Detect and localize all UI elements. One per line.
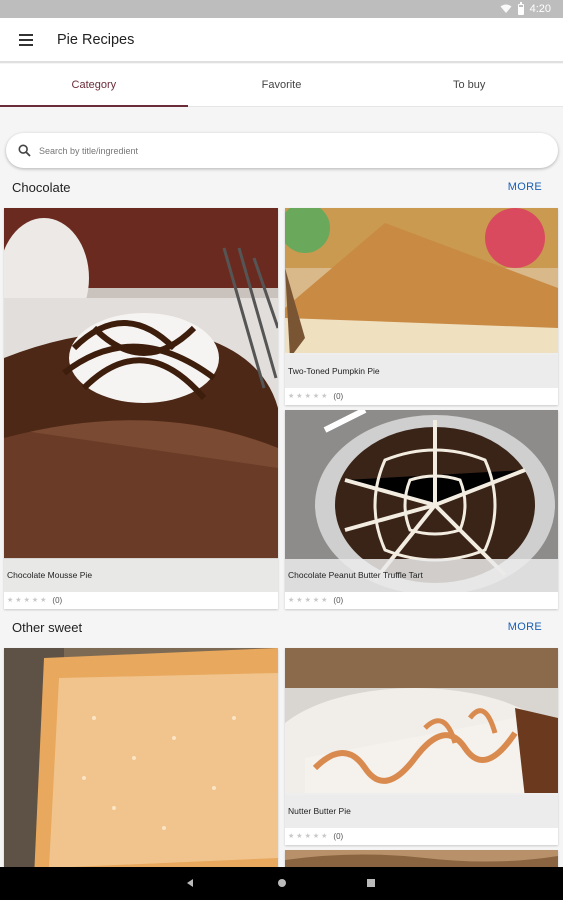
status-time: 4:20: [529, 3, 551, 15]
star-icon: ★: [23, 597, 30, 604]
more-other-sweet-button[interactable]: MORE: [508, 621, 542, 633]
rating-count: (0): [333, 832, 344, 841]
star-icon: ★: [7, 597, 14, 604]
back-icon[interactable]: [187, 879, 193, 887]
search-box[interactable]: [6, 133, 558, 168]
star-icon: ★: [40, 597, 47, 604]
rating: ★ ★ ★ ★ ★ (0): [288, 831, 343, 842]
recipe-card-chocolate-mousse-pie[interactable]: Chocolate Mousse Pie ★ ★ ★ ★ ★ (0): [4, 208, 278, 609]
app-title: Pie Recipes: [57, 32, 135, 48]
rating: ★ ★ ★ ★ ★ (0): [288, 391, 343, 402]
tab-to-buy[interactable]: To buy: [375, 64, 563, 106]
star-icon: ★: [288, 597, 295, 604]
section-title-chocolate: Chocolate: [12, 180, 71, 195]
rating-count: (0): [333, 596, 344, 605]
recipe-card-other-sweet-1[interactable]: [4, 648, 278, 878]
rating: ★ ★ ★ ★ ★ (0): [288, 595, 343, 606]
star-icon: ★: [296, 393, 303, 400]
section-title-other-sweet: Other sweet: [12, 620, 83, 635]
star-icon: ★: [321, 833, 328, 840]
battery-icon: [517, 1, 524, 15]
home-icon[interactable]: [278, 879, 286, 887]
star-icon: ★: [31, 597, 39, 604]
star-icon: ★: [321, 597, 328, 604]
recipe-card-two-toned-pumpkin-pie[interactable]: Two-Toned Pumpkin Pie ★ ★ ★ ★ ★ (0): [285, 208, 558, 405]
system-nav-bar: [0, 867, 563, 900]
star-icon: ★: [321, 393, 328, 400]
tab-category[interactable]: Category: [0, 64, 188, 107]
recipe-title: Chocolate Mousse Pie: [4, 559, 278, 592]
star-icon: ★: [288, 393, 295, 400]
star-icon: ★: [296, 597, 303, 604]
recipe-image: [4, 648, 278, 878]
star-icon: ★: [304, 393, 311, 400]
more-chocolate-button[interactable]: MORE: [508, 181, 542, 193]
recipe-image: [4, 208, 278, 592]
status-icons: 4:20: [500, 1, 551, 16]
rating-count: (0): [333, 392, 344, 401]
wifi-icon: [500, 4, 512, 13]
tab-bar: Category Favorite To buy: [0, 64, 563, 107]
rating: ★ ★ ★ ★ ★ (0): [7, 595, 62, 606]
star-icon: ★: [304, 597, 311, 604]
star-icon: ★: [304, 833, 311, 840]
recipe-title: Chocolate Peanut Butter Truffle Tart: [285, 559, 558, 592]
star-icon: ★: [312, 597, 320, 604]
menu-icon[interactable]: [19, 34, 33, 46]
rating-count: (0): [52, 596, 63, 605]
star-icon: ★: [312, 393, 320, 400]
tab-favorite[interactable]: Favorite: [188, 64, 376, 106]
star-icon: ★: [288, 833, 295, 840]
recipe-card-chocolate-peanut-butter-truffle-tart[interactable]: Chocolate Peanut Butter Truffle Tart ★ ★…: [285, 410, 558, 609]
recipe-title: Two-Toned Pumpkin Pie: [285, 355, 558, 388]
app-bar: Pie Recipes: [0, 18, 563, 63]
recipe-title: Nutter Butter Pie: [285, 795, 558, 828]
star-icon: ★: [312, 833, 320, 840]
search-icon: [18, 144, 31, 157]
status-bar: 4:20: [0, 0, 563, 18]
star-icon: ★: [296, 833, 303, 840]
search-input[interactable]: [39, 141, 539, 160]
star-icon: ★: [15, 597, 22, 604]
recipe-card-nutter-butter-pie[interactable]: Nutter Butter Pie ★ ★ ★ ★ ★ (0): [285, 648, 558, 845]
recents-icon[interactable]: [367, 879, 375, 887]
